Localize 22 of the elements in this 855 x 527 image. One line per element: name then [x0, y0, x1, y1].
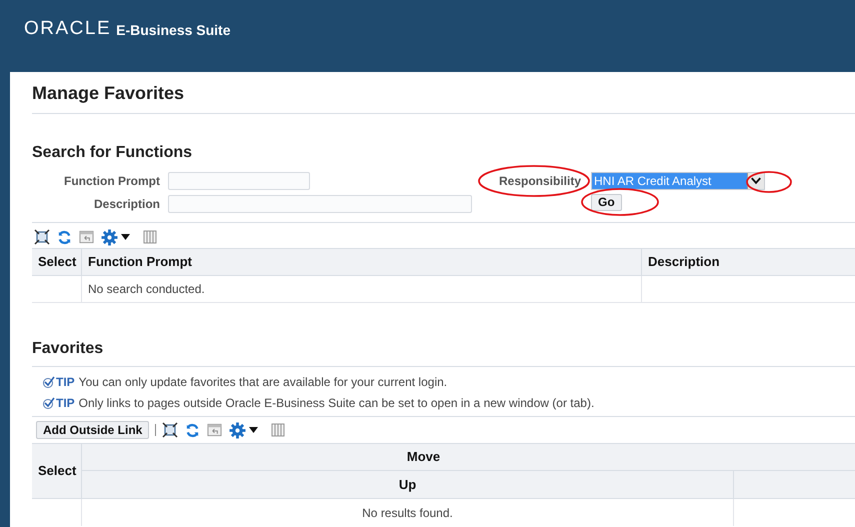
tip-text: You can only update favorites that are available for your current login. [78, 374, 448, 391]
add-outside-link-button[interactable]: Add Outside Link [36, 421, 150, 439]
column-header: Function Prompt [82, 249, 642, 275]
tip-label: TIP [56, 374, 75, 391]
empty-message: No search conducted. [88, 281, 205, 298]
oracle-logo: ORACLE [24, 19, 112, 39]
tip-label: TIP [56, 395, 75, 412]
section-title: Search for Functions [32, 143, 194, 163]
page-title: Manage Favorites [32, 82, 184, 105]
product-name: E-Business Suite [116, 21, 231, 40]
column-header: Select [32, 249, 82, 275]
empty-message: No results found. [362, 504, 453, 522]
field-label: Description [92, 196, 160, 212]
go-button[interactable]: Go [591, 194, 622, 211]
tip-text: Only links to pages outside Oracle E-Business Suite can be set to open in a new window (or tab). [78, 395, 594, 412]
field-label: Responsibility [498, 172, 581, 190]
column-header: Up [82, 471, 734, 499]
section-title: Favorites [32, 339, 104, 359]
column-header: Description [642, 249, 855, 275]
field-label: Function Prompt [63, 172, 160, 190]
column-header: Move [82, 444, 855, 471]
column-header: Select [32, 444, 82, 499]
